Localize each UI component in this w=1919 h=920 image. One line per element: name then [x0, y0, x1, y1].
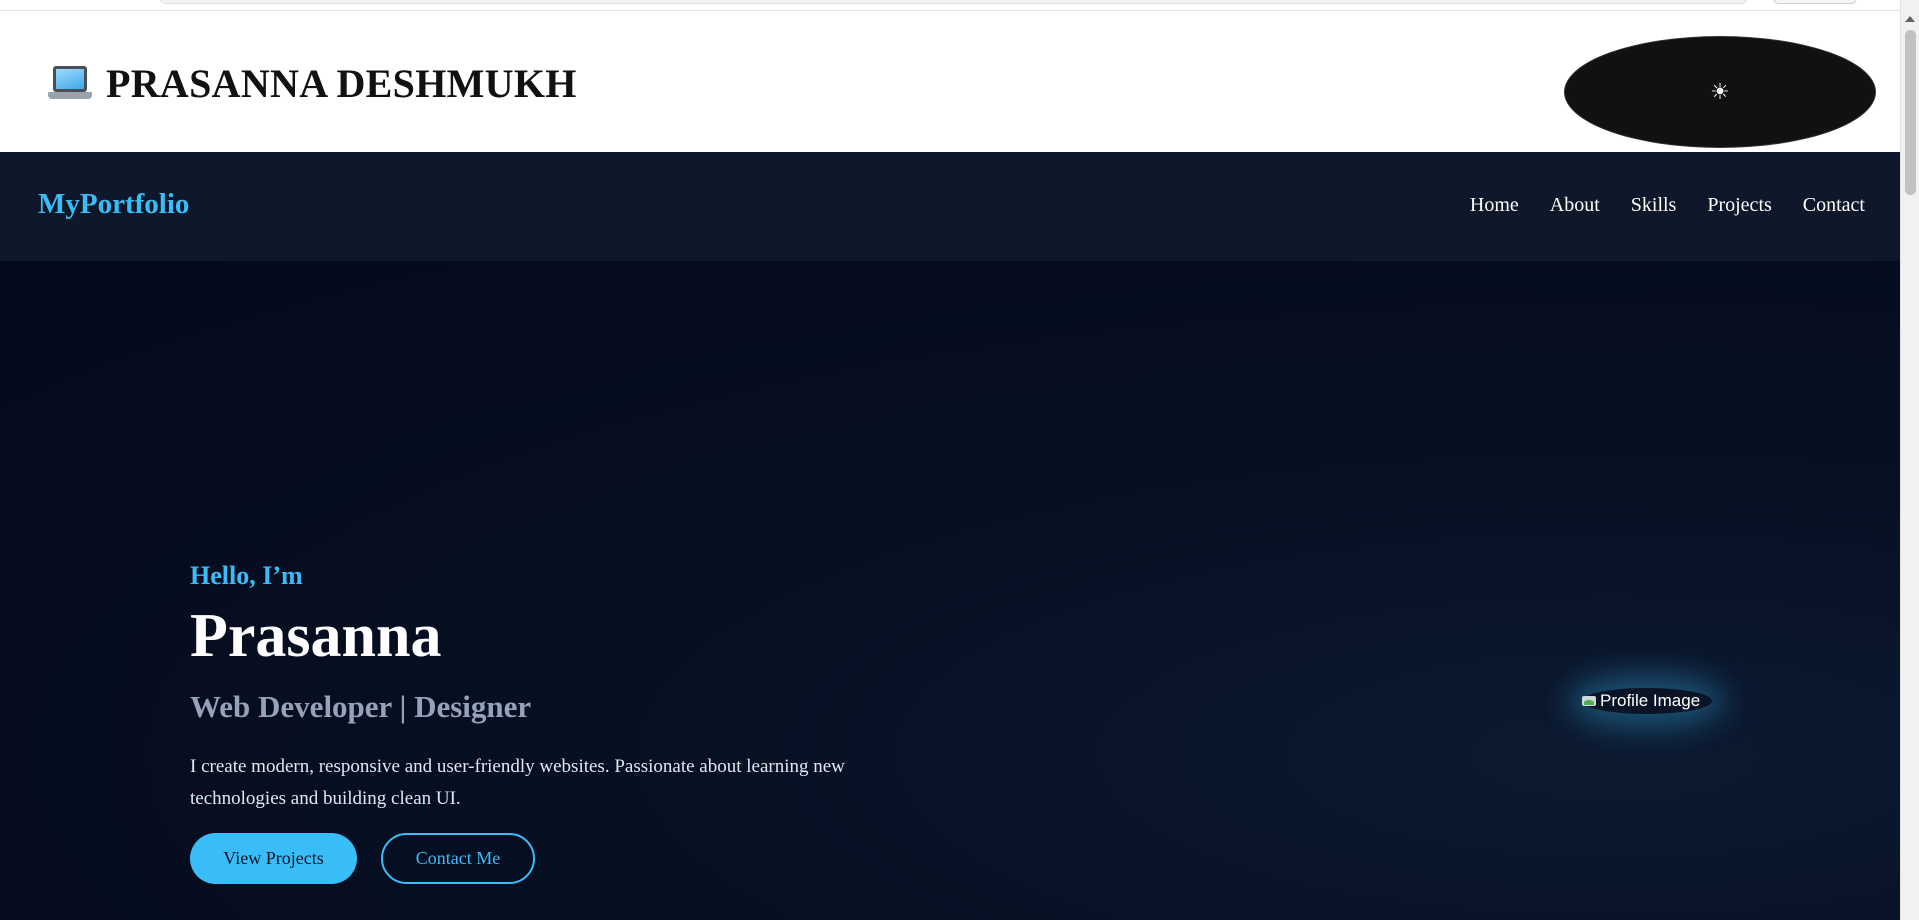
- profile-image-alt-text: Profile Image: [1600, 691, 1701, 710]
- scrollbar-thumb[interactable]: [1905, 30, 1916, 195]
- profile-image: Profile Image: [1582, 688, 1712, 714]
- site-title-text: PRASANNA DESHMUKH: [106, 61, 577, 106]
- nav-link-about[interactable]: About: [1550, 194, 1600, 217]
- nav-logo[interactable]: MyPortfolio: [38, 188, 189, 221]
- hero-buttons: View Projects Contact Me: [190, 833, 870, 884]
- address-bar-edge[interactable]: [160, 0, 1747, 4]
- laptop-icon: [48, 64, 92, 104]
- hero-name: Prasanna: [190, 602, 442, 670]
- browser-top-strip: [0, 0, 1900, 11]
- brand-header: PRASANNA DESHMUKH ☀: [0, 11, 1900, 151]
- sun-icon: ☀: [1710, 79, 1730, 104]
- vertical-scrollbar[interactable]: [1900, 0, 1919, 920]
- nav-links: Home About Skills Projects Contact: [1470, 194, 1865, 217]
- page: PRASANNA DESHMUKH ☀ MyPortfolio Home Abo…: [0, 0, 1900, 920]
- hero-description: I create modern, responsive and user-fri…: [190, 756, 845, 809]
- hero-text: Hello, I’m Prasanna Web Developer | Desi…: [190, 561, 870, 884]
- nav-link-contact[interactable]: Contact: [1803, 194, 1865, 217]
- hero-greeting: Hello, I’m: [190, 561, 303, 590]
- broken-image-icon: [1582, 695, 1598, 707]
- view-projects-button[interactable]: View Projects: [190, 833, 357, 884]
- hero-section: Hello, I’m Prasanna Web Developer | Desi…: [0, 261, 1900, 920]
- hero-role: Web Developer | Designer: [190, 689, 532, 724]
- theme-toggle-button[interactable]: ☀: [1564, 36, 1876, 148]
- site-title: PRASANNA DESHMUKH: [48, 60, 577, 107]
- scroll-up-arrow-icon[interactable]: [1905, 16, 1915, 22]
- contact-me-button[interactable]: Contact Me: [381, 833, 535, 884]
- browser-button-edge[interactable]: [1773, 0, 1857, 4]
- nav-link-home[interactable]: Home: [1470, 194, 1519, 217]
- nav-link-skills[interactable]: Skills: [1631, 194, 1677, 217]
- navbar: MyPortfolio Home About Skills Projects C…: [0, 152, 1900, 261]
- nav-link-projects[interactable]: Projects: [1707, 194, 1771, 217]
